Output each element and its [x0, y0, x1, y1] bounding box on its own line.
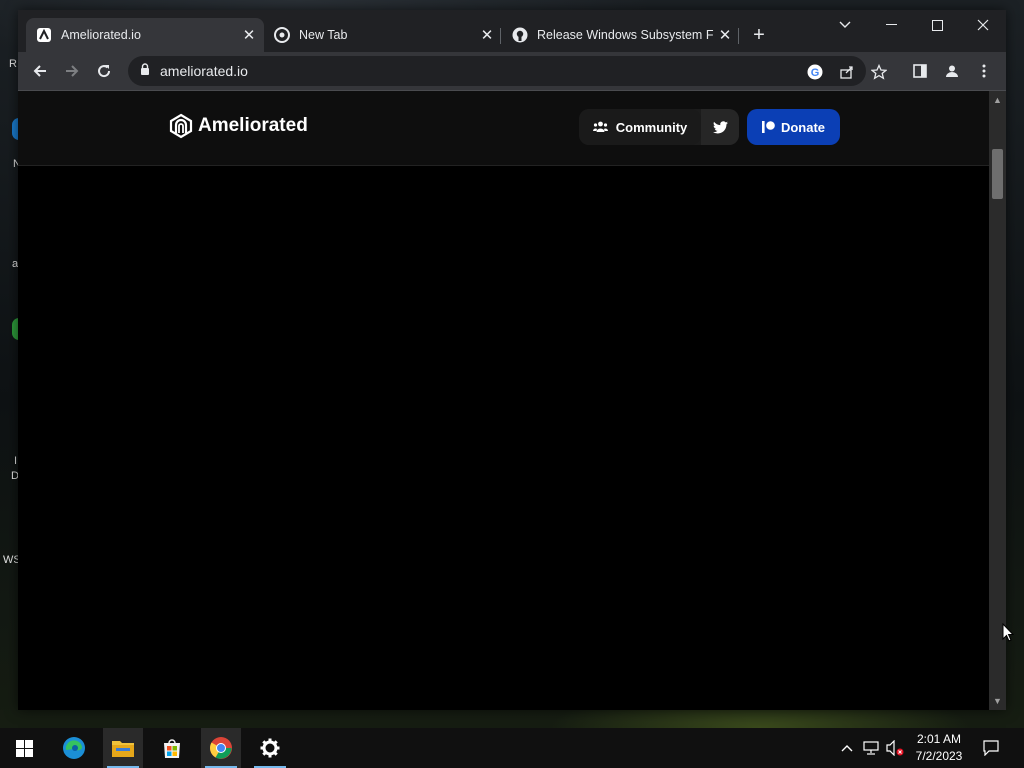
minimize-icon[interactable]: [868, 10, 914, 40]
community-button[interactable]: Community: [579, 109, 701, 145]
svg-text:G: G: [811, 67, 820, 79]
tab-ameliorated[interactable]: Ameliorated.io ✕: [26, 18, 264, 52]
desktop-icon-label[interactable]: R: [9, 58, 17, 70]
google-icon[interactable]: G: [806, 63, 824, 81]
windows-logo-icon: [15, 739, 33, 757]
tab-title: Ameliorated.io: [61, 28, 141, 42]
donate-label: Donate: [780, 119, 826, 135]
users-icon: [592, 121, 608, 132]
tab-close-icon[interactable]: ✕: [476, 24, 498, 46]
twitter-button[interactable]: [701, 109, 739, 145]
tab-separator: [500, 28, 501, 44]
tab-search-icon[interactable]: [822, 10, 868, 40]
store-icon: [164, 739, 180, 758]
site-brand-name: Ameliorated: [198, 115, 308, 136]
chrome-icon: [210, 737, 232, 759]
address-bar[interactable]: ameliorated.io G: [128, 56, 887, 86]
menu-kebab-icon[interactable]: [972, 59, 996, 83]
edge-icon: [63, 737, 85, 759]
page-scrollbar[interactable]: ▲ ▼: [989, 91, 1006, 710]
forward-arrow-icon[interactable]: [60, 59, 84, 83]
scroll-up-arrow-icon[interactable]: ▲: [989, 93, 1006, 107]
tab-close-icon[interactable]: ✕: [714, 24, 736, 46]
taskbar-file-explorer[interactable]: [103, 728, 143, 768]
ameliorated-logo-icon: [169, 113, 193, 139]
tab-strip: Ameliorated.io ✕ New Tab ✕ Release Windo…: [18, 10, 1006, 52]
network-icon[interactable]: [860, 728, 882, 768]
site-header: Ameliorated Community Donate: [18, 91, 989, 166]
desktop-icon-label[interactable]: I: [14, 455, 17, 467]
side-panel-icon[interactable]: [908, 59, 932, 83]
mouse-cursor-icon: [1002, 623, 1014, 642]
share-icon[interactable]: [838, 63, 856, 81]
community-label: Community: [615, 119, 688, 135]
tab-github-release[interactable]: Release Windows Subsystem For ✕: [502, 18, 740, 52]
community-pill: Community: [579, 109, 739, 145]
ameliorated-favicon-icon: [36, 27, 52, 43]
taskbar-edge[interactable]: [54, 728, 94, 768]
tab-close-icon[interactable]: ✕: [238, 24, 260, 46]
taskbar: 2:01 AM 7/2/2023: [0, 728, 1024, 768]
clock-date: 7/2/2023: [915, 749, 963, 763]
tab-title: New Tab: [299, 28, 348, 42]
browser-toolbar: ameliorated.io G: [18, 52, 1006, 91]
new-tab-button[interactable]: +: [748, 24, 770, 46]
page-viewport: Ameliorated Community Donate: [18, 91, 989, 710]
gear-icon: [260, 738, 280, 758]
action-center-icon[interactable]: [978, 728, 1004, 768]
system-clock[interactable]: 2:01 AM 7/2/2023: [908, 731, 970, 765]
volume-muted-icon[interactable]: [884, 728, 906, 768]
tab-title: Release Windows Subsystem For: [537, 28, 714, 42]
taskbar-microsoft-store[interactable]: [152, 728, 192, 768]
tab-separator: [738, 28, 739, 44]
scroll-down-arrow-icon[interactable]: ▼: [989, 694, 1006, 708]
taskbar-chrome[interactable]: [201, 728, 241, 768]
back-arrow-icon[interactable]: [28, 59, 52, 83]
twitter-icon: [712, 120, 728, 133]
folder-icon: [112, 741, 134, 757]
taskbar-settings[interactable]: [250, 728, 290, 768]
tab-new-tab[interactable]: New Tab ✕: [264, 18, 502, 52]
lock-icon[interactable]: [140, 62, 150, 80]
github-icon: [512, 27, 528, 43]
show-hidden-icons-chevron-icon[interactable]: [838, 728, 856, 768]
reload-icon[interactable]: [92, 59, 116, 83]
start-button[interactable]: [4, 728, 44, 768]
browser-window: Ameliorated.io ✕ New Tab ✕ Release Windo…: [18, 10, 1006, 710]
chrome-icon: [274, 27, 290, 43]
patreon-icon: [761, 121, 775, 133]
bookmark-star-icon[interactable]: [870, 63, 888, 81]
address-bar-url[interactable]: ameliorated.io: [160, 63, 248, 79]
close-window-icon[interactable]: [960, 10, 1006, 40]
scrollbar-thumb[interactable]: [992, 149, 1003, 199]
site-logo[interactable]: Ameliorated: [168, 113, 308, 139]
clock-time: 2:01 AM: [916, 732, 962, 746]
maximize-icon[interactable]: [914, 10, 960, 40]
donate-button[interactable]: Donate: [747, 109, 840, 145]
profile-icon[interactable]: [940, 59, 964, 83]
